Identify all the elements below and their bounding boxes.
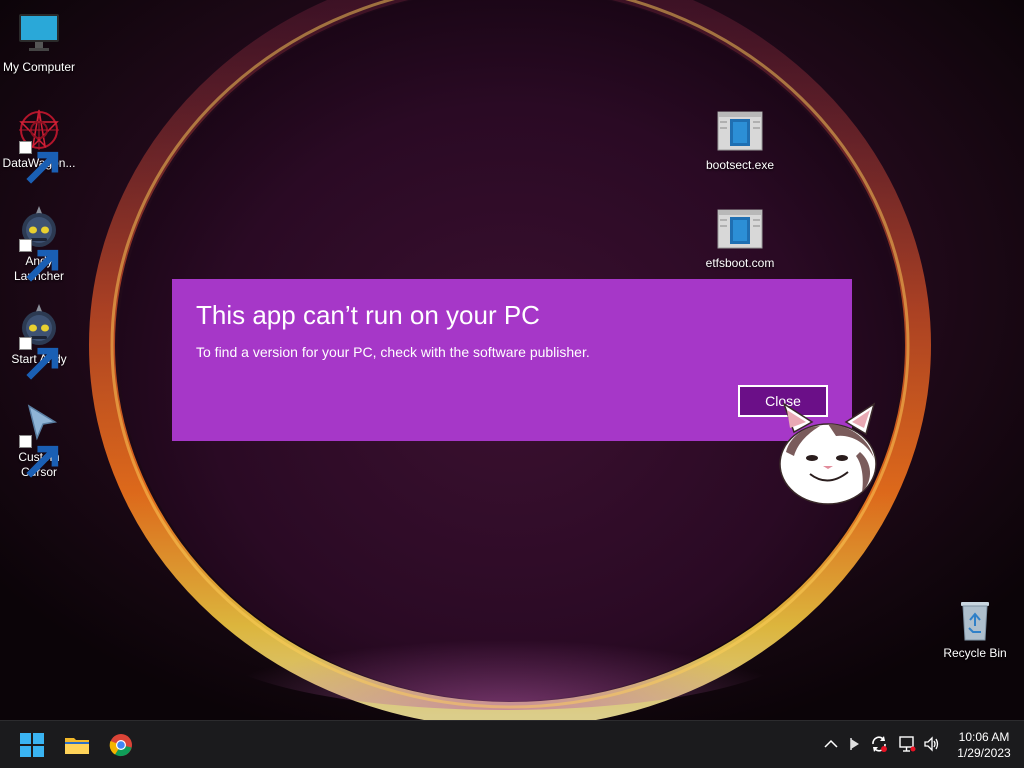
desktop-icon-my-computer[interactable]: My Computer (0, 10, 79, 75)
recycle-bin-icon (961, 602, 989, 641)
dialog-message: To find a version for your PC, check wit… (196, 344, 590, 360)
windows-logo-icon (20, 733, 44, 757)
desktop-icon-recycle-bin[interactable]: Recycle Bin (935, 596, 1015, 661)
file-explorer-button[interactable] (61, 729, 93, 761)
clock-date: 1/29/2023 (957, 746, 1011, 760)
shortcut-arrow-icon (19, 141, 59, 184)
desktop-icon-etfsboot[interactable]: etfsboot.com (700, 206, 780, 271)
shortcut-arrow-icon (19, 239, 59, 282)
desktop-icon-datawagon[interactable]: DataWagon... (0, 106, 79, 184)
desktop-icon-label: Recycle Bin (943, 646, 1007, 660)
cat-sticker-icon (779, 402, 877, 505)
taskbar: 10:06 AM 1/29/2023 (0, 720, 1024, 768)
tray-volume-button[interactable] (921, 733, 943, 755)
monitor-icon (19, 14, 59, 51)
exe-window-icon (717, 209, 763, 249)
error-dialog: This app can’t run on your PC To find a … (172, 279, 852, 441)
chrome-icon (109, 734, 132, 757)
desktop-icon-custom-cursor[interactable]: Custom Cursor (0, 400, 79, 480)
dialog-title: This app can’t run on your PC (196, 300, 540, 330)
desktop-icon-start-andy[interactable]: Start Andy (0, 302, 79, 380)
desktop-icon-bootsect[interactable]: bootsect.exe (700, 108, 780, 173)
desktop-icon-label: bootsect.exe (705, 158, 775, 172)
volume-icon (924, 736, 939, 752)
shortcut-arrow-icon (19, 435, 59, 478)
network-icon (899, 736, 916, 752)
clock-time: 10:06 AM (958, 730, 1010, 744)
chevron-up-icon (824, 739, 838, 748)
flag-icon (850, 738, 859, 750)
shortcut-arrow-icon (19, 337, 59, 380)
desktop: My Computer DataWagon... Andy Launcher S… (0, 0, 1024, 768)
taskbar-clock[interactable]: 10:06 AM 1/29/2023 (946, 729, 1022, 761)
tray-network-button[interactable] (896, 733, 918, 755)
chrome-button[interactable] (105, 729, 137, 761)
desktop-icon-andy-launcher[interactable]: Andy Launcher (0, 204, 79, 284)
show-hidden-icons-button[interactable] (820, 733, 842, 755)
tray-sync-button[interactable] (868, 733, 890, 755)
folder-icon (65, 738, 89, 754)
sync-icon (872, 736, 887, 752)
exe-window-icon (717, 111, 763, 151)
desktop-icon-label: etfsboot.com (705, 256, 775, 270)
tray-flag-button[interactable] (843, 733, 865, 755)
desktop-icon-label: My Computer (2, 60, 76, 74)
start-button[interactable] (16, 729, 48, 761)
